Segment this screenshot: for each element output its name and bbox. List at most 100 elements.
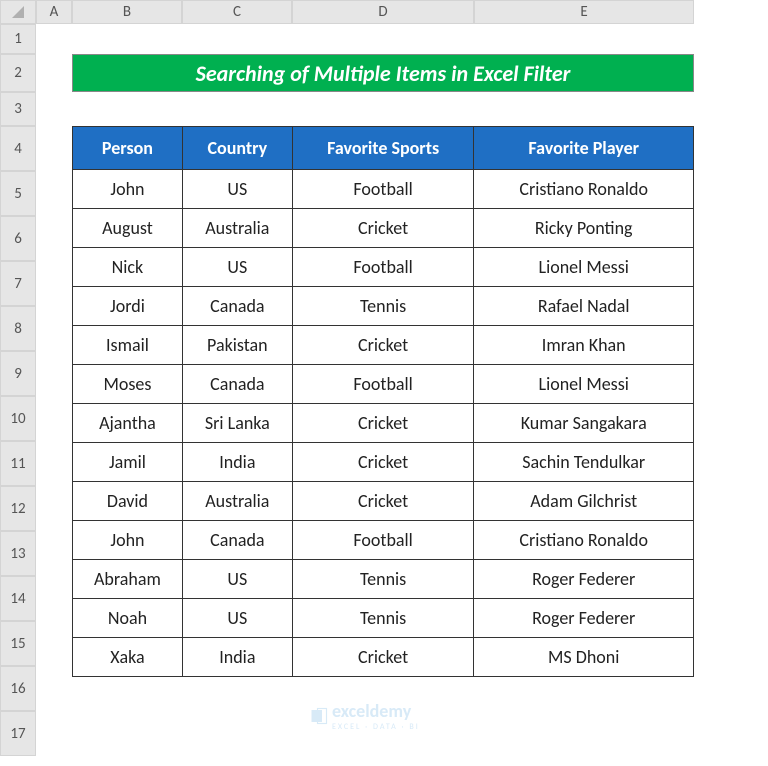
cell-person[interactable]: Ajantha: [73, 404, 183, 443]
cell-player[interactable]: Kumar Sangakara: [474, 404, 694, 443]
row-header[interactable]: 11: [0, 441, 36, 486]
row-header[interactable]: 1: [0, 24, 36, 54]
row-header[interactable]: 2: [0, 54, 36, 92]
cell-player[interactable]: MS Dhoni: [474, 638, 694, 677]
cell-person[interactable]: Nick: [73, 248, 183, 287]
table-row[interactable]: XakaIndiaCricketMS Dhoni: [73, 638, 694, 677]
cell-sports[interactable]: Football: [292, 521, 474, 560]
cell-country[interactable]: Sri Lanka: [182, 404, 292, 443]
cell-country[interactable]: India: [182, 638, 292, 677]
cell-player[interactable]: Adam Gilchrist: [474, 482, 694, 521]
cell-player[interactable]: Cristiano Ronaldo: [474, 521, 694, 560]
watermark-sub: EXCEL · DATA · BI: [332, 722, 420, 732]
table-row[interactable]: JohnUSFootballCristiano Ronaldo: [73, 170, 694, 209]
table-row[interactable]: AugustAustraliaCricketRicky Ponting: [73, 209, 694, 248]
cell-sports[interactable]: Tennis: [292, 560, 474, 599]
cell-person[interactable]: David: [73, 482, 183, 521]
cell-country[interactable]: US: [182, 170, 292, 209]
row-header[interactable]: 4: [0, 126, 36, 171]
cell-person[interactable]: Jordi: [73, 287, 183, 326]
data-table: Person Country Favorite Sports Favorite …: [72, 126, 694, 677]
row-header[interactable]: 12: [0, 486, 36, 531]
cell-country[interactable]: Australia: [182, 209, 292, 248]
row-header[interactable]: 14: [0, 576, 36, 621]
cell-sports[interactable]: Cricket: [292, 443, 474, 482]
table-row[interactable]: NoahUSTennisRoger Federer: [73, 599, 694, 638]
cell-player[interactable]: Roger Federer: [474, 599, 694, 638]
table-row[interactable]: JohnCanadaFootballCristiano Ronaldo: [73, 521, 694, 560]
table-row[interactable]: AbrahamUSTennisRoger Federer: [73, 560, 694, 599]
row-header[interactable]: 8: [0, 306, 36, 351]
col-header-d[interactable]: D: [292, 0, 474, 24]
content-area: Searching of Multiple Items in Excel Fil…: [72, 24, 694, 677]
cell-country[interactable]: Canada: [182, 365, 292, 404]
table-row[interactable]: DavidAustraliaCricketAdam Gilchrist: [73, 482, 694, 521]
cell-country[interactable]: Pakistan: [182, 326, 292, 365]
row-header[interactable]: 15: [0, 621, 36, 666]
cell-sports[interactable]: Cricket: [292, 326, 474, 365]
cell-sports[interactable]: Cricket: [292, 638, 474, 677]
row-header[interactable]: 7: [0, 261, 36, 306]
row-header[interactable]: 6: [0, 216, 36, 261]
cell-player[interactable]: Cristiano Ronaldo: [474, 170, 694, 209]
header-player[interactable]: Favorite Player: [474, 127, 694, 170]
table-row[interactable]: MosesCanadaFootballLionel Messi: [73, 365, 694, 404]
cell-person[interactable]: John: [73, 521, 183, 560]
row-header[interactable]: 5: [0, 171, 36, 216]
col-header-e[interactable]: E: [474, 0, 694, 24]
cell-country[interactable]: Canada: [182, 287, 292, 326]
table-row[interactable]: JamilIndiaCricketSachin Tendulkar: [73, 443, 694, 482]
cell-person[interactable]: Abraham: [73, 560, 183, 599]
cell-country[interactable]: India: [182, 443, 292, 482]
header-sports[interactable]: Favorite Sports: [292, 127, 474, 170]
cell-sports[interactable]: Football: [292, 170, 474, 209]
table-row[interactable]: JordiCanadaTennisRafael Nadal: [73, 287, 694, 326]
cell-player[interactable]: Rafael Nadal: [474, 287, 694, 326]
cell-person[interactable]: Noah: [73, 599, 183, 638]
cell-person[interactable]: Ismail: [73, 326, 183, 365]
cell-player[interactable]: Sachin Tendulkar: [474, 443, 694, 482]
watermark-brand: exceldemy: [332, 700, 411, 722]
cell-person[interactable]: Xaka: [73, 638, 183, 677]
col-header-c[interactable]: C: [182, 0, 292, 24]
cell-sports[interactable]: Football: [292, 365, 474, 404]
header-country[interactable]: Country: [182, 127, 292, 170]
cell-sports[interactable]: Football: [292, 248, 474, 287]
cell-player[interactable]: Roger Federer: [474, 560, 694, 599]
row-header[interactable]: 16: [0, 666, 36, 711]
cell-country[interactable]: US: [182, 248, 292, 287]
cell-person[interactable]: Jamil: [73, 443, 183, 482]
col-header-b[interactable]: B: [72, 0, 182, 24]
select-all-corner[interactable]: [0, 0, 36, 24]
header-person[interactable]: Person: [73, 127, 183, 170]
cell-player[interactable]: Ricky Ponting: [474, 209, 694, 248]
cell-country[interactable]: US: [182, 599, 292, 638]
excel-icon: [310, 707, 328, 725]
cell-player[interactable]: Lionel Messi: [474, 248, 694, 287]
cell-sports[interactable]: Tennis: [292, 287, 474, 326]
cell-person[interactable]: Moses: [73, 365, 183, 404]
cell-person[interactable]: John: [73, 170, 183, 209]
cell-person[interactable]: August: [73, 209, 183, 248]
col-header-a[interactable]: A: [36, 0, 72, 24]
title-banner: Searching of Multiple Items in Excel Fil…: [72, 54, 694, 92]
row-header[interactable]: 10: [0, 396, 36, 441]
watermark: exceldemy EXCEL · DATA · BI: [310, 700, 420, 732]
spreadsheet-grid: A B C D E: [0, 0, 768, 24]
row-header[interactable]: 13: [0, 531, 36, 576]
cell-sports[interactable]: Cricket: [292, 482, 474, 521]
row-header[interactable]: 9: [0, 351, 36, 396]
cell-sports[interactable]: Cricket: [292, 209, 474, 248]
table-row[interactable]: NickUSFootballLionel Messi: [73, 248, 694, 287]
table-row[interactable]: AjanthaSri LankaCricketKumar Sangakara: [73, 404, 694, 443]
cell-country[interactable]: Canada: [182, 521, 292, 560]
cell-sports[interactable]: Tennis: [292, 599, 474, 638]
cell-player[interactable]: Imran Khan: [474, 326, 694, 365]
cell-player[interactable]: Lionel Messi: [474, 365, 694, 404]
cell-country[interactable]: US: [182, 560, 292, 599]
cell-country[interactable]: Australia: [182, 482, 292, 521]
row-header[interactable]: 17: [0, 711, 36, 756]
row-header[interactable]: 3: [0, 92, 36, 126]
table-row[interactable]: IsmailPakistanCricketImran Khan: [73, 326, 694, 365]
cell-sports[interactable]: Cricket: [292, 404, 474, 443]
